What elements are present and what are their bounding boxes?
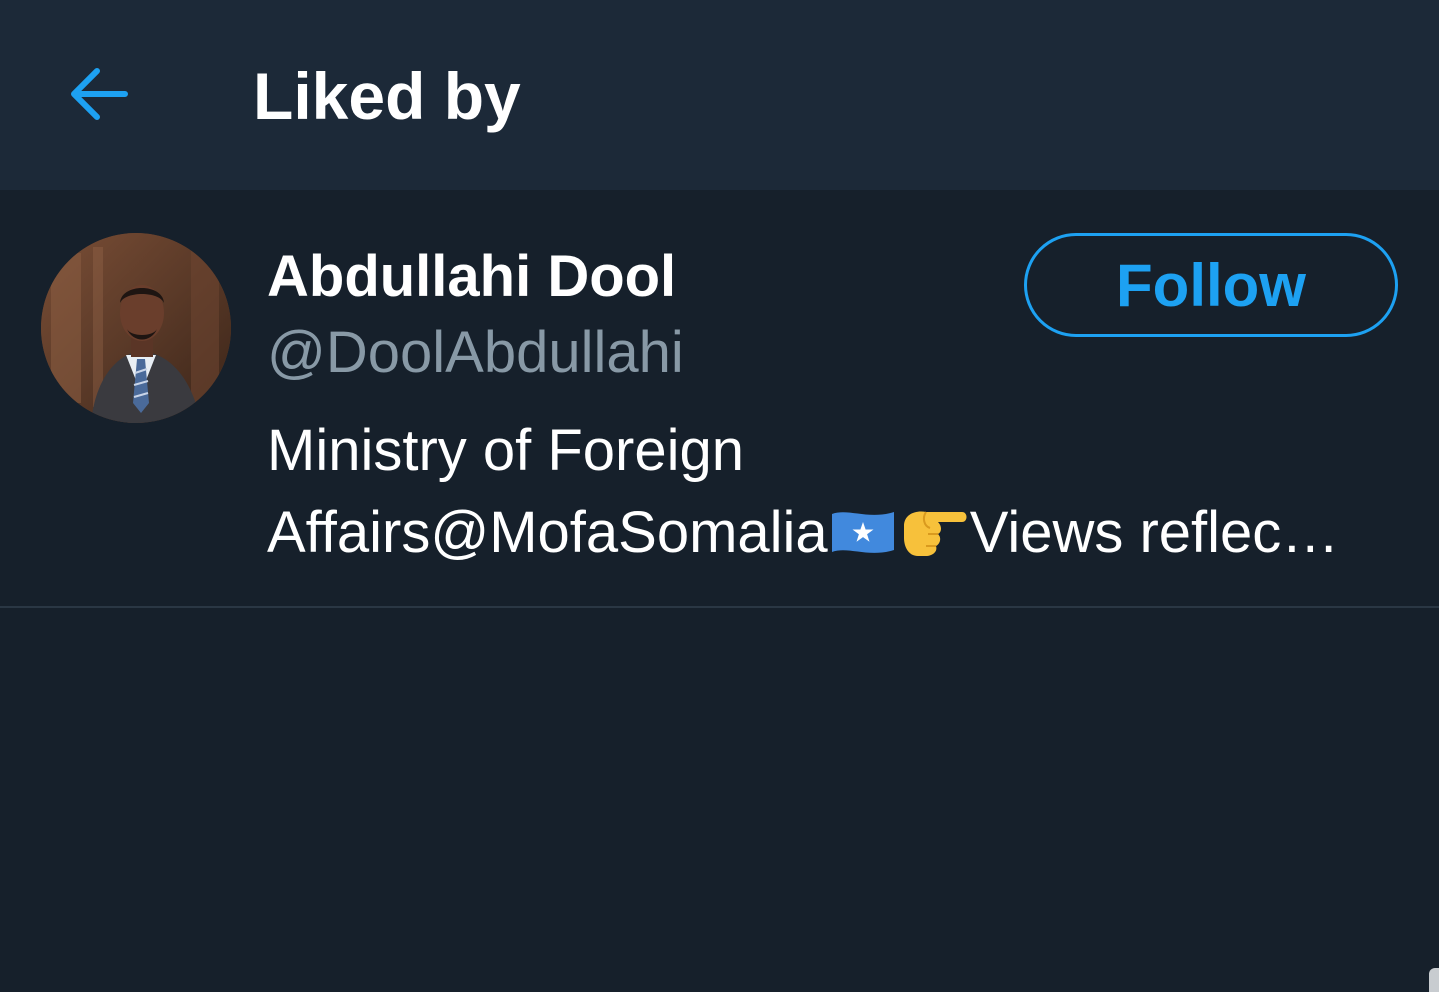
top-app-bar: Liked by [0,0,1439,190]
somalia-flag-emoji [831,512,894,553]
user-handle[interactable]: @DoolAbdullahi [267,318,684,388]
display-name[interactable]: Abdullahi Dool [267,242,676,312]
scroll-indicator[interactable] [1429,968,1439,992]
pointing-right-emoji [903,511,967,556]
arrow-left-icon [71,68,128,120]
follow-button[interactable]: Follow [1024,233,1398,337]
user-list-item[interactable]: Abdullahi Dool @DoolAbdullahi Ministry o… [0,190,1439,608]
bio-text: Views reflec… [969,500,1340,565]
user-bio: Ministry of Foreign Affairs@MofaSomalia … [267,410,1407,574]
liked-by-screen: Liked by Abdullahi Dool @DoolAbdullahi M… [0,0,1439,992]
page-title: Liked by [253,59,521,133]
bio-line: Ministry of Foreign [267,418,745,483]
back-button[interactable] [48,44,148,144]
profile-photo [41,233,231,423]
avatar[interactable] [41,233,231,423]
bio-line: Affairs@MofaSomalia Views reflec… [267,492,1407,574]
bio-text: Affairs@MofaSomalia [267,500,828,565]
